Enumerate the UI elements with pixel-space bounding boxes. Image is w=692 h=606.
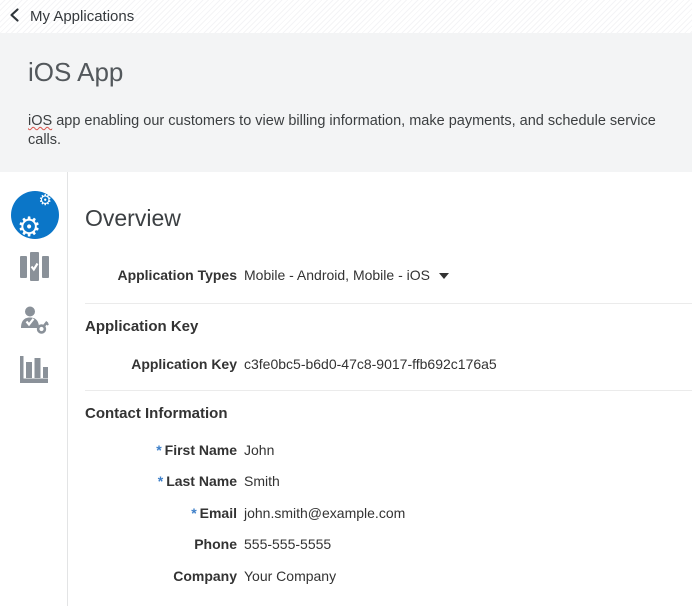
app-description-word: iOS: [28, 112, 53, 129]
sidebar-item-analytics[interactable]: [20, 356, 50, 389]
app-header: iOS App iOS app enabling our customers t…: [0, 33, 692, 172]
application-key-label: Application Key: [131, 356, 237, 372]
bar-chart-icon: [20, 356, 50, 388]
section-header-application-key: Application Key: [85, 318, 199, 335]
section-header-contact-information: Contact Information: [85, 405, 228, 422]
company-row: Company Your Company: [85, 568, 692, 584]
first-name-row: * First Name John: [85, 442, 692, 458]
application-types-dropdown[interactable]: Mobile - Android, Mobile - iOS: [244, 267, 449, 283]
last-name-row: * Last Name Smith: [85, 473, 692, 489]
breadcrumb-my-applications[interactable]: My Applications: [30, 8, 134, 25]
first-name-label: * First Name: [156, 442, 237, 458]
phone-value[interactable]: 555-555-5555: [244, 536, 331, 552]
sidebar-item-user-security[interactable]: [20, 306, 50, 341]
sidebar-icon-rail: ⚙ ⚙: [0, 172, 68, 606]
company-value[interactable]: Your Company: [244, 568, 336, 584]
overview-panel: Overview Application Types Mobile - Andr…: [85, 172, 692, 606]
application-types-label: Application Types: [117, 267, 237, 283]
email-row: * Email john.smith@example.com: [85, 505, 692, 521]
application-types-row: Application Types Mobile - Android, Mobi…: [85, 267, 692, 283]
top-bar: My Applications: [0, 0, 692, 33]
caret-down-icon: [438, 273, 449, 279]
application-key-value: c3fe0bc5-b6d0-47c8-9017-ffb692c176a5: [244, 356, 497, 372]
last-name-value[interactable]: Smith: [244, 473, 280, 489]
user-key-icon: [20, 306, 50, 340]
sidebar-item-validation[interactable]: [20, 252, 49, 287]
sidebar-item-settings[interactable]: ⚙ ⚙: [11, 191, 59, 242]
gears-icon: ⚙ ⚙: [17, 192, 52, 242]
required-asterisk: *: [157, 473, 164, 489]
section-divider: [85, 303, 692, 304]
app-description-field[interactable]: iOS app enabling our customers to view b…: [28, 112, 664, 150]
required-asterisk: *: [191, 505, 197, 521]
phone-label: Phone: [194, 536, 237, 552]
app-name-field[interactable]: iOS App: [28, 57, 664, 88]
first-name-value[interactable]: John: [244, 442, 274, 458]
bars-check-icon: [20, 252, 49, 286]
required-asterisk: *: [156, 442, 162, 458]
email-value[interactable]: john.smith@example.com: [244, 505, 405, 521]
company-label: Company: [173, 568, 237, 584]
last-name-label: * Last Name: [157, 473, 237, 489]
page-title: Overview: [85, 205, 181, 231]
email-label: * Email: [191, 505, 237, 521]
application-types-value: Mobile - Android, Mobile - iOS: [244, 267, 430, 283]
phone-row: Phone 555-555-5555: [85, 536, 692, 552]
application-key-row: Application Key c3fe0bc5-b6d0-47c8-9017-…: [85, 356, 692, 372]
section-divider: [85, 390, 692, 391]
app-description-text: app enabling our customers to view billi…: [28, 112, 656, 148]
chevron-left-icon: [7, 7, 23, 26]
back-button[interactable]: [0, 0, 30, 33]
